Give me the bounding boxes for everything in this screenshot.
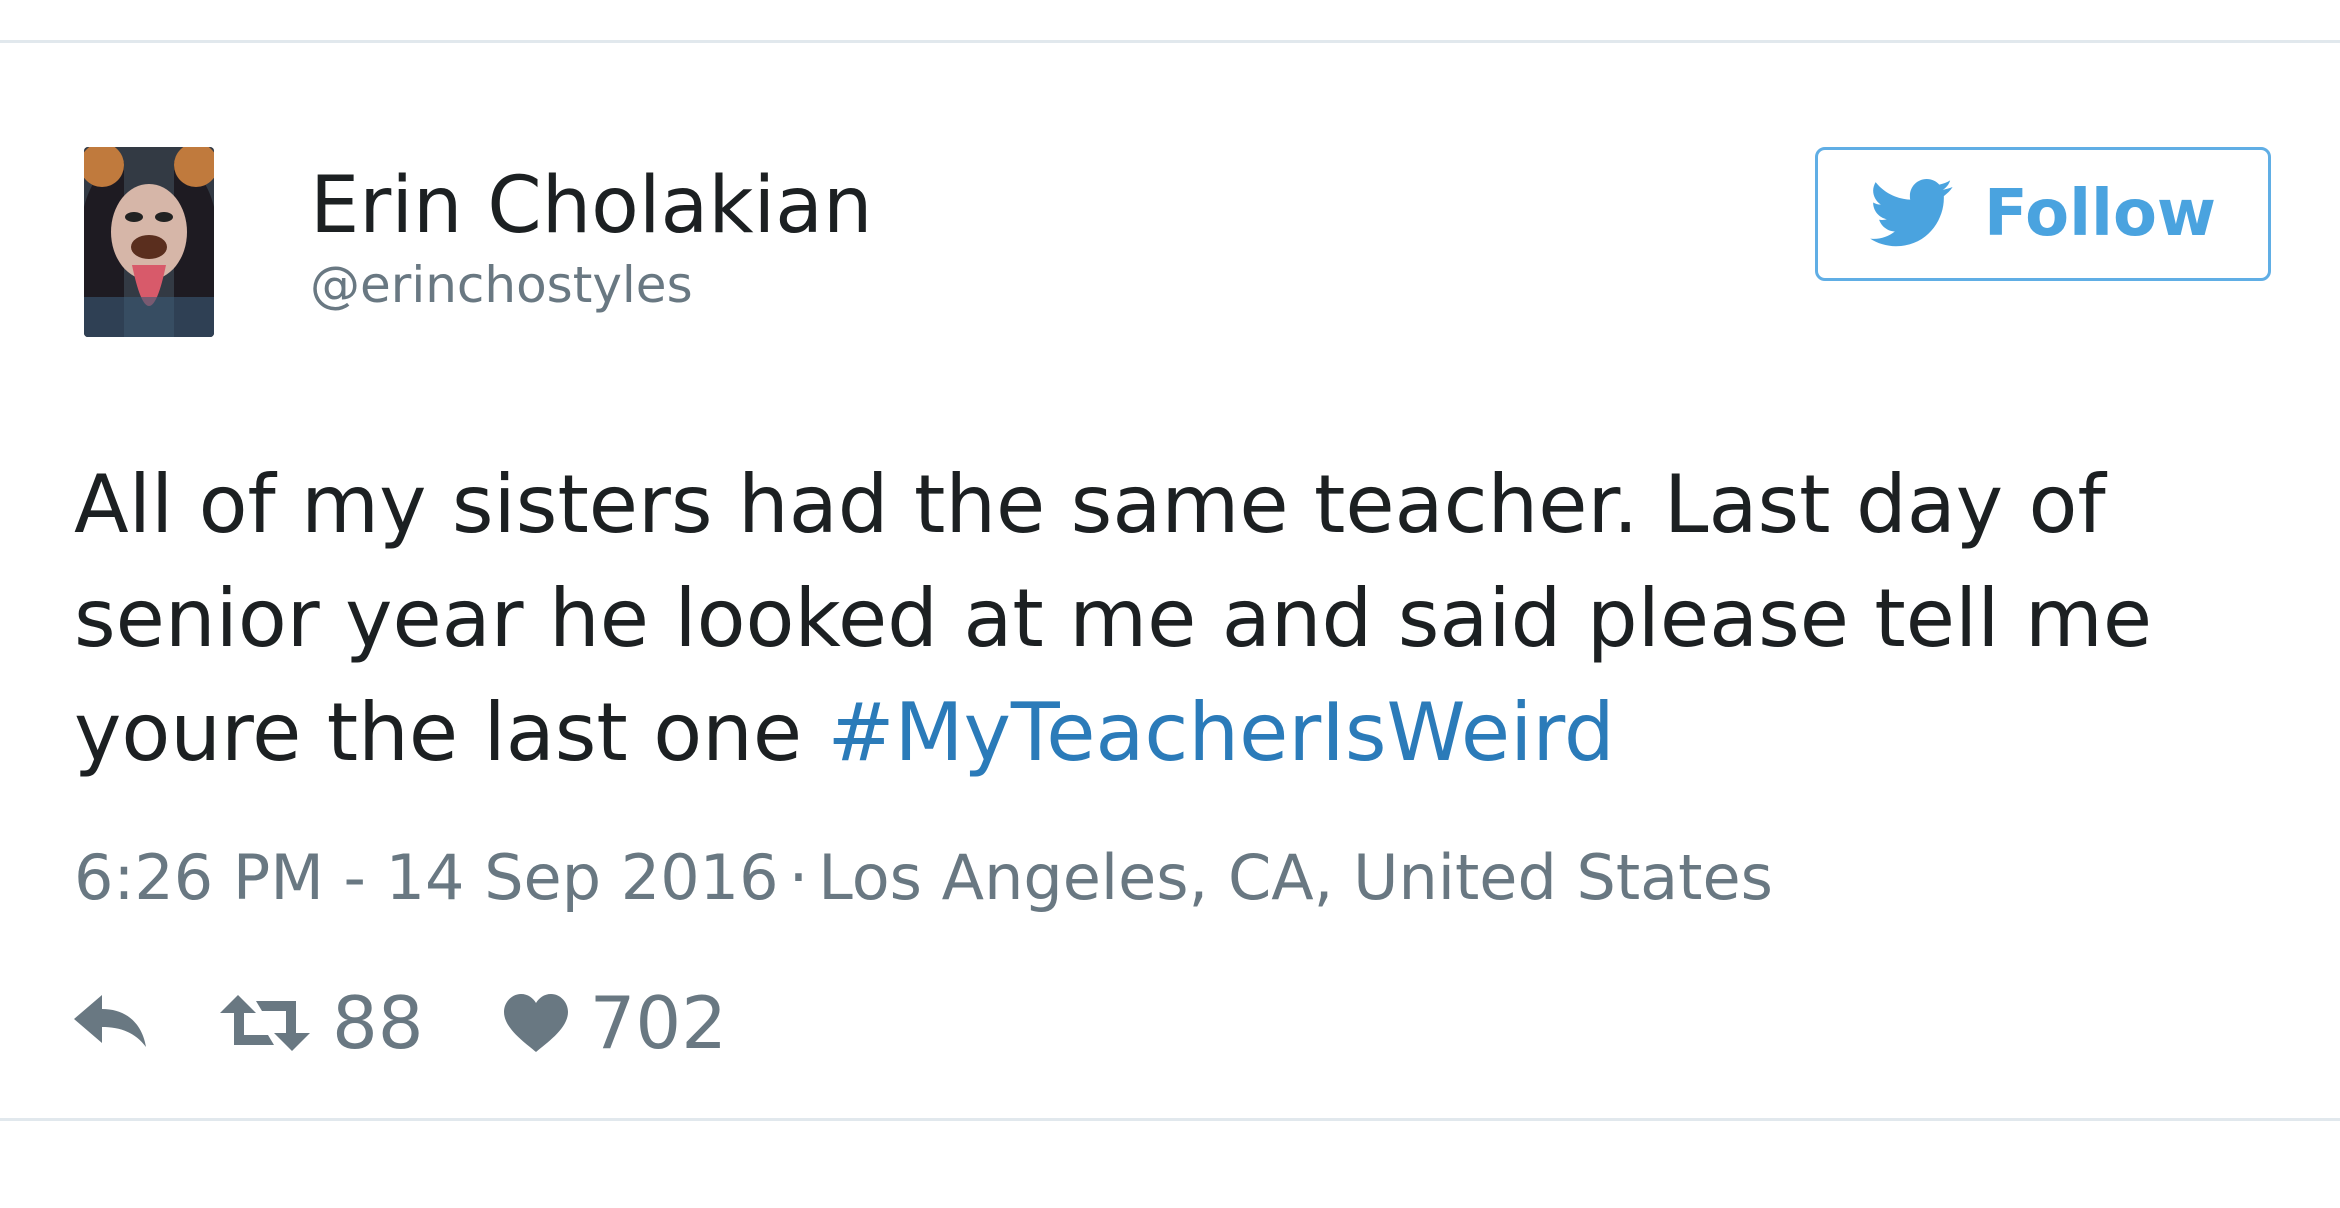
tweet-text-line: senior year he looked at me and said ple… — [74, 572, 2153, 665]
follow-button[interactable]: Follow — [1815, 147, 2271, 281]
tweet-text-line: All of my sisters had the same teacher. … — [74, 458, 2106, 551]
hashtag-link[interactable]: #MyTeacherIsWeird — [828, 686, 1615, 779]
like-count: 702 — [589, 981, 728, 1065]
heart-icon — [503, 994, 568, 1052]
tweet-meta: 6:26 PM - 14 Sep 2016 · Los Angeles, CA, U… — [74, 838, 1773, 918]
meta-separator: · — [788, 841, 809, 914]
like-button[interactable]: 702 — [503, 981, 728, 1065]
tweet-card: Erin Cholakian @erinchostyles Follow All… — [0, 43, 2340, 1118]
tweet-timestamp[interactable]: 6:26 PM - 14 Sep 2016 — [74, 841, 779, 914]
author-display-name[interactable]: Erin Cholakian — [310, 161, 872, 251]
retweet-icon — [220, 995, 310, 1051]
retweet-button[interactable]: 88 — [220, 981, 424, 1065]
tweet-location[interactable]: Los Angeles, CA, United States — [818, 841, 1773, 914]
reply-button[interactable] — [74, 995, 150, 1051]
top-divider — [0, 0, 2340, 43]
bottom-divider — [0, 1118, 2340, 1208]
follow-label: Follow — [1983, 177, 2217, 251]
reply-icon — [74, 995, 146, 1047]
twitter-bird-icon — [1869, 179, 1953, 247]
author-handle[interactable]: @erinchostyles — [310, 255, 693, 315]
tweet-text: All of my sisters had the same teacher. … — [74, 448, 2294, 790]
avatar[interactable] — [84, 147, 214, 337]
retweet-count: 88 — [332, 981, 424, 1065]
tweet-text-line-end: youre the last one — [74, 686, 828, 779]
avatar-photo — [84, 147, 214, 337]
tweet-text-line: youre the last one #MyTeacherIsWeird — [74, 676, 2294, 790]
tweet-actions: 88 702 — [74, 978, 727, 1068]
